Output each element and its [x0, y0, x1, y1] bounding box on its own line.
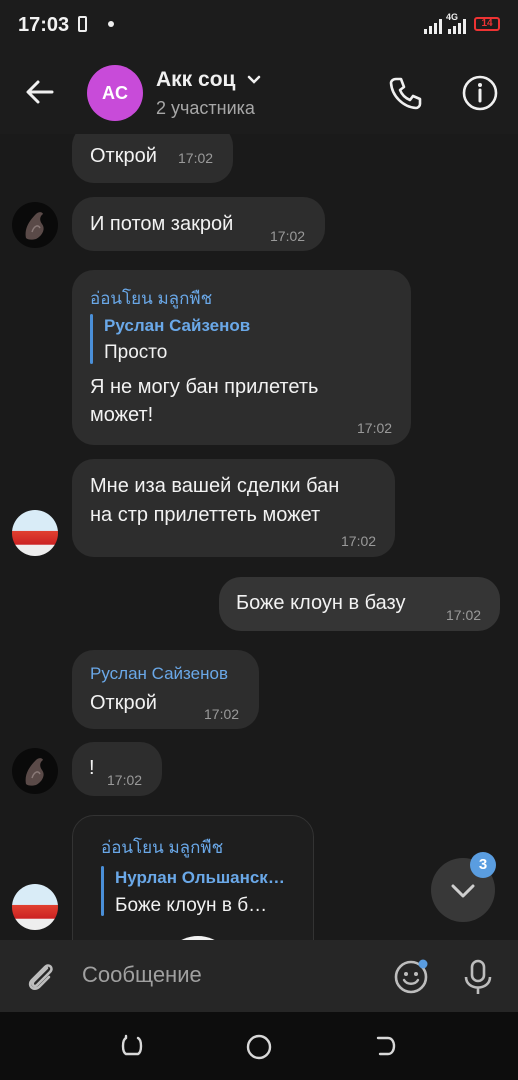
home-icon[interactable]: [244, 1032, 274, 1062]
message-input[interactable]: Сообщение: [82, 962, 202, 988]
message-text-line2: может!: [90, 404, 154, 426]
dragon-avatar-icon: [25, 758, 44, 786]
avatar[interactable]: [12, 202, 58, 248]
message-bubble[interactable]: Мне иза вашей сделки бан на стр прилетте…: [72, 459, 395, 557]
message-bubble[interactable]: อ่อนโยน มลูกพืช Руслан Сайзенов Просто Я…: [72, 270, 411, 445]
quote-author: Нурлан Ольшанск…: [115, 868, 285, 887]
message-text: И потом закрой: [90, 213, 234, 235]
status-time: 17:03: [18, 14, 70, 36]
message-text-line1: Мне иза вашей сделки бан: [90, 475, 340, 497]
message-time: 17:02: [341, 533, 377, 549]
avatar[interactable]: [12, 748, 58, 794]
recents-icon[interactable]: [118, 1032, 146, 1060]
message-text-line2: на стр прилеттеть может: [90, 504, 321, 526]
avatar[interactable]: [12, 884, 58, 930]
dragon-avatar-icon: [25, 212, 44, 240]
message-time: 17:02: [446, 607, 482, 623]
microphone-icon[interactable]: [460, 957, 496, 997]
message-sender: อ่อนโยน มลูกพืช: [101, 838, 224, 857]
message-text-line1: Я не могу бан прилететь: [90, 376, 319, 398]
quote-author: Руслан Сайзенов: [104, 316, 251, 335]
chat-avatar[interactable]: AC: [87, 65, 143, 121]
message-input-bar: Сообщение: [0, 940, 518, 1012]
quote-bar: [90, 314, 93, 364]
message-time: 17:02: [178, 150, 214, 166]
message-text: Открой: [90, 692, 157, 714]
signal-icon-2: [448, 18, 466, 34]
message-bubble[interactable]: อ่อนโยน มลูกพืช Нурлан Ольшанск… Боже кл…: [72, 815, 314, 940]
message-sender: Руслан Сайзенов: [90, 664, 228, 683]
message-time: 17:02: [357, 420, 393, 436]
message-bubble[interactable]: Руслан Сайзенов Открой 17:02: [72, 650, 259, 729]
notification-dot-icon: [108, 21, 114, 27]
message-list[interactable]: Открой 17:02 И потом закрой 17:02 อ่อนโย…: [0, 134, 518, 940]
chevron-down-icon: [248, 76, 261, 85]
message-sender: อ่อนโยน มลูกพืช: [90, 289, 213, 308]
emoji-icon[interactable]: [392, 957, 432, 997]
info-icon[interactable]: [461, 74, 499, 112]
system-nav-bar: [0, 1012, 518, 1080]
signal-icon: [424, 18, 442, 34]
chat-title-text: Акк соц: [156, 68, 236, 91]
message-text: Боже клоун в базу: [236, 592, 406, 614]
chat-header: AC Акк соц 2 участника: [0, 52, 518, 134]
unread-badge: 3: [470, 852, 496, 878]
back-arrow-icon[interactable]: [22, 74, 58, 110]
quote-text: Боже клоун в б…: [115, 895, 268, 916]
message-time: 17:02: [107, 772, 143, 788]
back-nav-icon[interactable]: [372, 1032, 400, 1060]
avatar[interactable]: [12, 510, 58, 556]
message-time: 17:02: [204, 706, 240, 722]
message-bubble[interactable]: Открой 17:02: [72, 134, 233, 183]
status-bar: 17:03 4G 14: [0, 0, 518, 52]
battery-saver-icon: [78, 16, 87, 32]
message-text: !: [89, 757, 95, 779]
phone-icon[interactable]: [386, 74, 424, 112]
message-bubble-outgoing[interactable]: Боже клоун в базу 17:02: [219, 577, 500, 631]
message-bubble[interactable]: И потом закрой 17:02: [72, 197, 325, 251]
message-text: Открой: [90, 145, 157, 167]
chat-participants: 2 участника: [156, 98, 255, 118]
battery-indicator: 14: [474, 17, 500, 31]
quote-text: Просто: [104, 342, 168, 363]
message-time: 17:02: [270, 228, 306, 244]
chat-title[interactable]: Акк соц: [156, 68, 261, 92]
quote-bar: [101, 866, 104, 916]
message-bubble[interactable]: ! 17:02: [72, 742, 162, 796]
attach-icon[interactable]: [22, 958, 58, 994]
